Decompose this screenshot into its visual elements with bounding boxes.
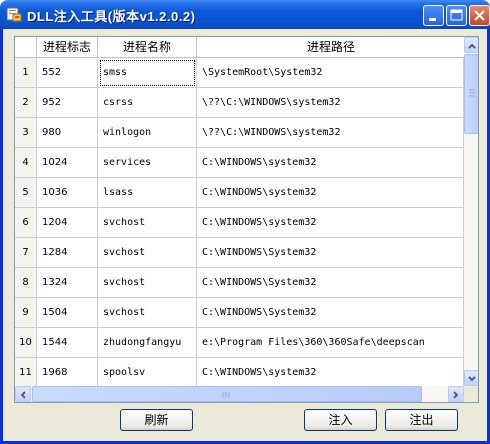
- table-row[interactable]: 1 552 smss \SystemRoot\System32: [15, 58, 464, 88]
- cell-path[interactable]: e:\Program Files\360\360Safe\deepscan: [197, 328, 464, 358]
- cell-pid[interactable]: 1284: [37, 238, 98, 268]
- cell-pid[interactable]: 1036: [37, 178, 98, 208]
- cell-name[interactable]: csrss: [98, 88, 197, 118]
- cell-pid[interactable]: 1204: [37, 208, 98, 238]
- cell-path[interactable]: C:\WINDOWS\System32: [197, 298, 464, 328]
- cell-path[interactable]: C:\WINDOWS\System32: [197, 268, 464, 298]
- main-window: DLL注入工具(版本v1.2.0.2) 进程标志 进程名称 进程路径 1 552…: [0, 0, 490, 444]
- corner-header: [15, 37, 37, 58]
- maximize-icon: [450, 9, 463, 21]
- vertical-scrollbar[interactable]: [464, 37, 478, 386]
- chevron-left-icon: [20, 391, 26, 399]
- cell-pid[interactable]: 1504: [37, 298, 98, 328]
- row-number[interactable]: 7: [15, 238, 37, 268]
- vertical-scroll-thumb[interactable]: [464, 54, 478, 134]
- cell-path[interactable]: \??\C:\WINDOWS\system32: [197, 88, 464, 118]
- eject-button[interactable]: 注出: [385, 409, 458, 431]
- cell-pid[interactable]: 1544: [37, 328, 98, 358]
- title-bar[interactable]: DLL注入工具(版本v1.2.0.2): [0, 0, 490, 29]
- scroll-down-button[interactable]: [464, 370, 478, 386]
- cell-pid[interactable]: 952: [37, 88, 98, 118]
- grip-icon: [222, 392, 230, 398]
- grid-header: 进程标志 进程名称 进程路径: [15, 37, 464, 58]
- table-row[interactable]: 11 1968 spoolsv C:\WINDOWS\system32: [15, 358, 464, 388]
- cell-name[interactable]: lsass: [98, 178, 197, 208]
- cell-path[interactable]: \SystemRoot\System32: [197, 58, 464, 88]
- column-header-name[interactable]: 进程名称: [98, 37, 197, 58]
- cell-name[interactable]: zhudongfangyu: [98, 328, 197, 358]
- row-number[interactable]: 11: [15, 358, 37, 388]
- cell-name[interactable]: services: [98, 148, 197, 178]
- cell-name[interactable]: winlogon: [98, 118, 197, 148]
- horizontal-scroll-thumb[interactable]: [32, 386, 422, 402]
- cell-name[interactable]: svchost: [98, 268, 197, 298]
- window-title: DLL注入工具(版本v1.2.0.2): [27, 9, 196, 24]
- table-row[interactable]: 5 1036 lsass C:\WINDOWS\system32: [15, 178, 464, 208]
- close-button[interactable]: [469, 5, 490, 26]
- row-number[interactable]: 9: [15, 298, 37, 328]
- scrollbar-corner: [464, 386, 478, 402]
- cell-path[interactable]: \??\C:\WINDOWS\system32: [197, 118, 464, 148]
- inject-button[interactable]: 注入: [304, 409, 377, 431]
- grip-icon: [469, 89, 475, 97]
- cell-path[interactable]: C:\WINDOWS\system32: [197, 208, 464, 238]
- cell-path[interactable]: C:\WINDOWS\system32: [197, 178, 464, 208]
- cell-path[interactable]: C:\WINDOWS\system32: [197, 148, 464, 178]
- cell-name[interactable]: smss: [98, 58, 197, 88]
- row-number[interactable]: 3: [15, 118, 37, 148]
- chevron-down-icon: [468, 376, 476, 382]
- cell-path[interactable]: C:\WINDOWS\System32: [197, 238, 464, 268]
- row-number[interactable]: 4: [15, 148, 37, 178]
- app-icon: [6, 7, 22, 22]
- table-row[interactable]: 3 980 winlogon \??\C:\WINDOWS\system32: [15, 118, 464, 148]
- cell-name[interactable]: svchost: [98, 208, 197, 238]
- row-number[interactable]: 8: [15, 268, 37, 298]
- row-number[interactable]: 1: [15, 58, 37, 88]
- table-row[interactable]: 4 1024 services C:\WINDOWS\system32: [15, 148, 464, 178]
- row-number[interactable]: 2: [15, 88, 37, 118]
- column-header-path[interactable]: 进程路径: [197, 37, 464, 58]
- cell-pid[interactable]: 552: [37, 58, 98, 88]
- chevron-up-icon: [468, 43, 476, 49]
- horizontal-scrollbar[interactable]: [15, 386, 464, 402]
- table-row[interactable]: 7 1284 svchost C:\WINDOWS\System32: [15, 238, 464, 268]
- cell-path[interactable]: C:\WINDOWS\system32: [197, 358, 464, 388]
- cell-name[interactable]: svchost: [98, 238, 197, 268]
- table-row[interactable]: 6 1204 svchost C:\WINDOWS\system32: [15, 208, 464, 238]
- cell-name[interactable]: svchost: [98, 298, 197, 328]
- row-number[interactable]: 5: [15, 178, 37, 208]
- chevron-right-icon: [453, 391, 459, 399]
- table-row[interactable]: 8 1324 svchost C:\WINDOWS\System32: [15, 268, 464, 298]
- minimize-button[interactable]: [423, 5, 444, 26]
- scroll-up-button[interactable]: [464, 37, 478, 53]
- table-row[interactable]: 9 1504 svchost C:\WINDOWS\System32: [15, 298, 464, 328]
- cell-pid[interactable]: 1968: [37, 358, 98, 388]
- cell-pid[interactable]: 980: [37, 118, 98, 148]
- maximize-button[interactable]: [446, 5, 467, 26]
- cell-name[interactable]: spoolsv: [98, 358, 197, 388]
- refresh-button[interactable]: 刷新: [120, 409, 193, 431]
- scroll-right-button[interactable]: [448, 386, 464, 402]
- row-number[interactable]: 6: [15, 208, 37, 238]
- close-icon: [474, 10, 485, 21]
- cell-pid[interactable]: 1324: [37, 268, 98, 298]
- row-number[interactable]: 10: [15, 328, 37, 358]
- scroll-left-button[interactable]: [15, 386, 31, 402]
- minimize-icon: [429, 18, 436, 21]
- cell-pid[interactable]: 1024: [37, 148, 98, 178]
- process-grid[interactable]: 进程标志 进程名称 进程路径 1 552 smss \SystemRoot\Sy…: [14, 36, 479, 403]
- table-row[interactable]: 10 1544 zhudongfangyu e:\Program Files\3…: [15, 328, 464, 358]
- table-row[interactable]: 2 952 csrss \??\C:\WINDOWS\system32: [15, 88, 464, 118]
- column-header-pid[interactable]: 进程标志: [37, 37, 98, 58]
